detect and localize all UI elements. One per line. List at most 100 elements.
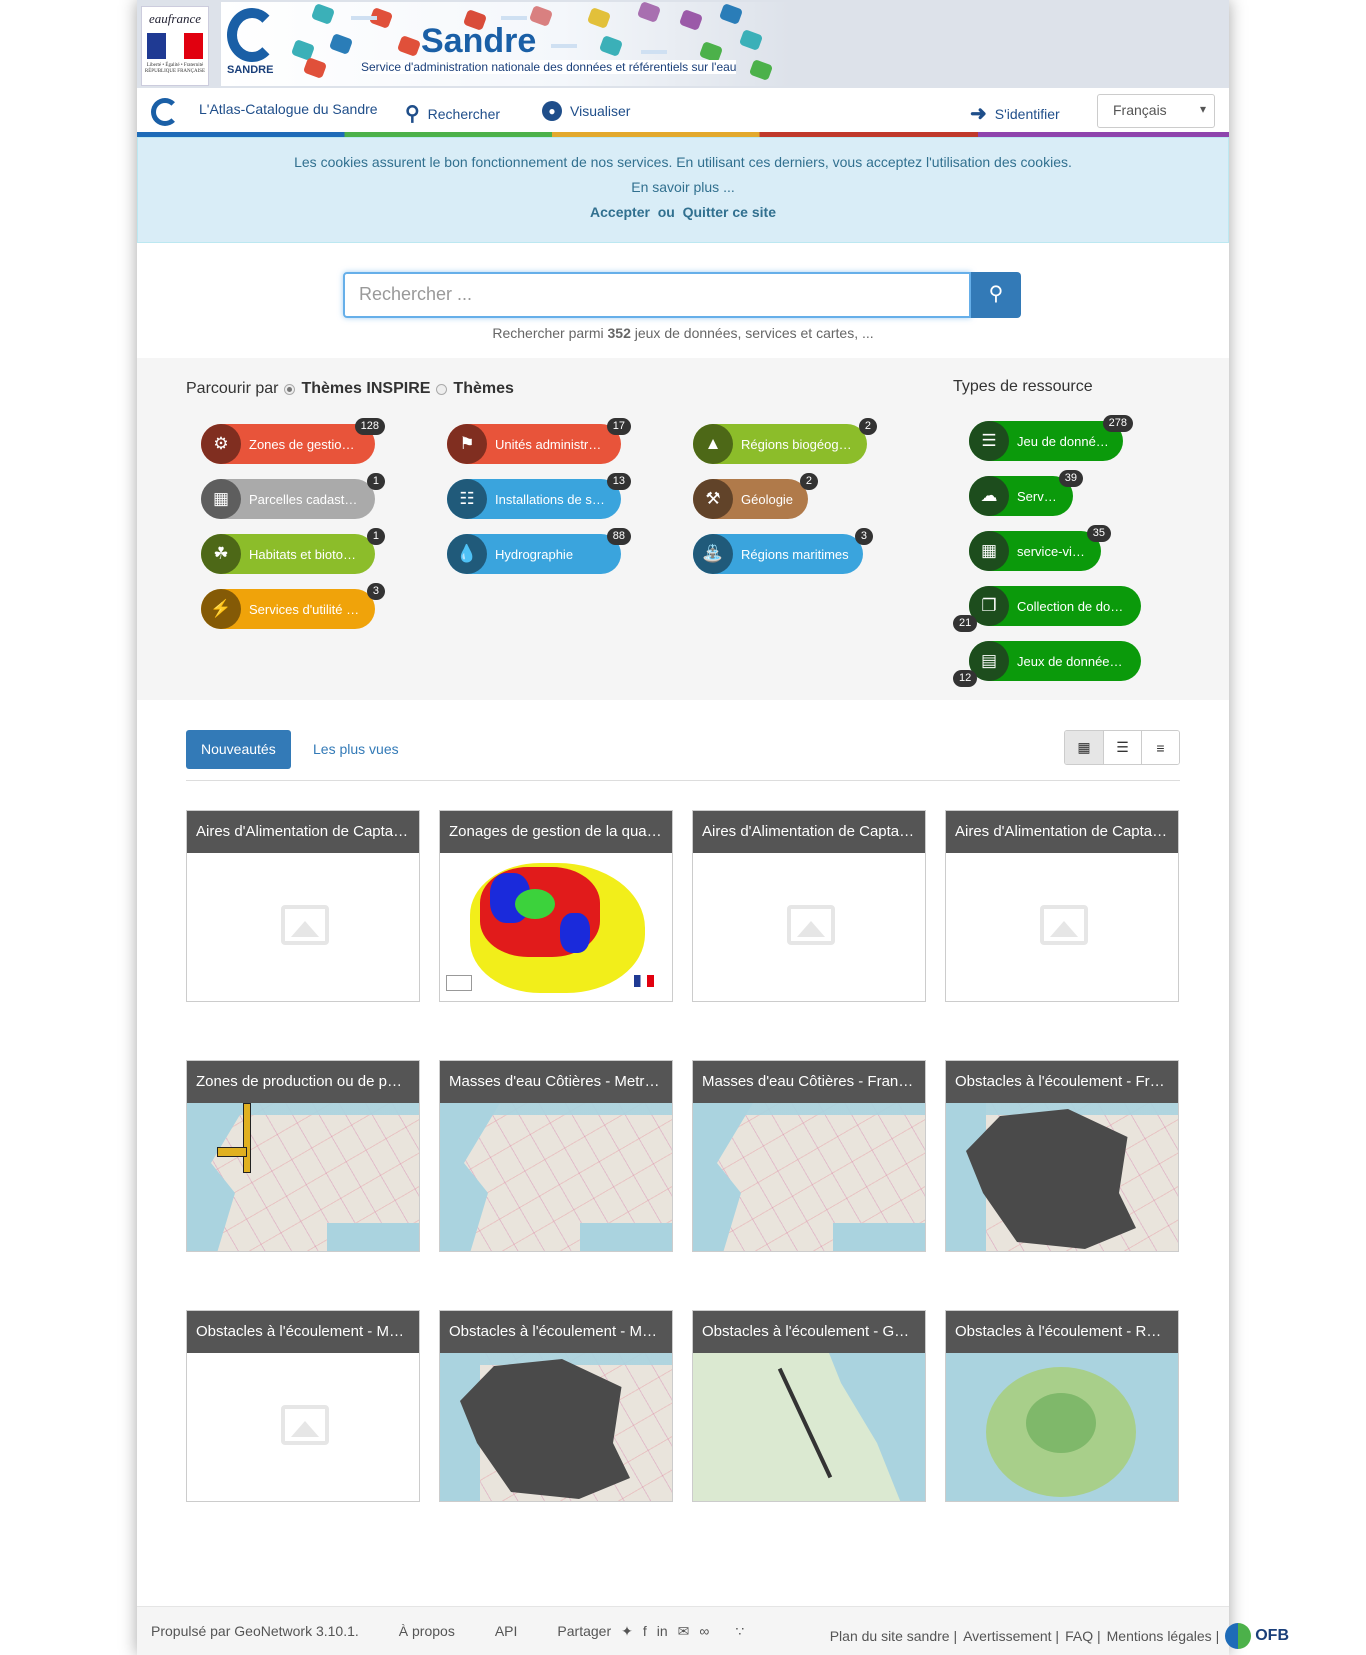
eaufrance-logo[interactable]: eaufrance Liberté • Égalité • Fraternité… (141, 6, 209, 86)
ofb-logo[interactable]: OFB (1225, 1623, 1289, 1649)
radio-themes[interactable] (436, 383, 448, 395)
topic-tag[interactable]: ⚙ Zones de gestion, de restriction ou de… (201, 418, 385, 464)
footer-powered[interactable]: Propulsé par GeoNetwork 3.10.1. (151, 1623, 359, 1640)
search-bar: Rechercher ... ⚲ (343, 272, 1021, 318)
sandre-label: SANDRE (227, 64, 274, 76)
linkedin-icon[interactable]: in (657, 1623, 668, 1640)
topic-tag[interactable]: ⚒ Géologie 2 (693, 473, 818, 519)
card-title: Zonages de gestion de la qualité de l'ea… (440, 811, 672, 853)
result-card[interactable]: Zones de production ou de parcage conchy… (186, 1060, 420, 1252)
result-card[interactable]: Obstacles à l'écoulement - Guyane (692, 1310, 926, 1502)
image-placeholder-icon (281, 1405, 329, 1445)
resource-type-tag[interactable]: ❐ Collection de données 21 (953, 586, 1141, 632)
rss-icon[interactable]: ∵ (735, 1623, 744, 1640)
count-suffix: jeux de données, services et cartes, ... (634, 325, 874, 341)
results-tabs: Nouveautés Les plus vues ▦ ☰ ≡ (186, 730, 1180, 781)
footer-about[interactable]: À propos (399, 1623, 455, 1640)
result-card[interactable]: Masses d'eau Côtières - Metropole (439, 1060, 673, 1252)
topic-tag[interactable]: ☘ Habitats et biotopes 1 (201, 528, 385, 574)
card-title: Masses d'eau Côtières - France entière (693, 1061, 925, 1103)
topic-count: 2 (799, 473, 818, 490)
topic-tag[interactable]: ▲ Régions biogéographiques 2 (693, 418, 877, 464)
footer-api[interactable]: API (495, 1623, 518, 1640)
type-count: 278 (1102, 415, 1133, 432)
topic-count: 3 (366, 583, 385, 600)
card-thumbnail (440, 853, 672, 1001)
card-thumbnail (946, 1353, 1178, 1501)
topic-tag[interactable]: ☷ Installations de suivi environnemental… (447, 473, 631, 519)
tab-popular[interactable]: Les plus vues (298, 730, 414, 769)
resource-type-tag[interactable]: ▤ Jeux de données non géographiques12 (953, 641, 1141, 687)
footer-legal[interactable]: Mentions légales | (1107, 1628, 1220, 1644)
footer-share-label: Partager (557, 1623, 612, 1639)
topic-count: 1 (366, 528, 385, 545)
facebook-icon[interactable]: f (643, 1623, 647, 1640)
footer-warning[interactable]: Avertissement | (963, 1628, 1059, 1644)
map-thumbnail (187, 1103, 419, 1251)
option-inspire-themes[interactable]: Thèmes INSPIRE (301, 380, 430, 398)
result-card[interactable]: Masses d'eau Côtières - France entière (692, 1060, 926, 1252)
card-thumbnail (693, 853, 925, 1001)
resource-types-title: Types de ressource (953, 378, 1093, 395)
topic-tag[interactable]: ⚡ Services d'utilité publique et service… (201, 583, 385, 629)
cookie-accept-link[interactable]: Accepter (590, 204, 650, 220)
result-card[interactable]: Aires d'Alimentation de Captages - Métro… (186, 810, 420, 1002)
nav-signin[interactable]: ➜ S'identifier (970, 101, 1060, 126)
radio-inspire[interactable] (284, 383, 296, 395)
footer-sitemap[interactable]: Plan du site sandre | (830, 1628, 957, 1644)
resource-type-tag[interactable]: ☁ Service 39 (969, 470, 1083, 516)
footer: Propulsé par GeoNetwork 3.10.1. À propos… (137, 1606, 1289, 1655)
topic-count: 88 (606, 528, 631, 545)
type-count: 35 (1086, 525, 1111, 542)
list-view-icon[interactable]: ☰ (1103, 731, 1141, 764)
nav-visualize[interactable]: ● Visualiser (542, 101, 630, 121)
topic-tag[interactable]: 💧 Hydrographie 88 (447, 528, 631, 574)
result-card[interactable]: Obstacles à l'écoulement - Métropole (439, 1310, 673, 1502)
topic-tag[interactable]: ▦ Parcelles cadastrales 1 (201, 473, 385, 519)
database-icon: ☰ (969, 421, 1009, 461)
email-icon[interactable]: ✉ (678, 1623, 690, 1640)
result-card[interactable]: Obstacles à l'écoulement - France entièr… (945, 1060, 1179, 1252)
bioregions-icon: ▲ (693, 424, 733, 464)
resource-type-tag[interactable]: ▦ service-view 35 (969, 525, 1111, 571)
table-icon: ▦ (969, 531, 1009, 571)
cookie-quit-link[interactable]: Quitter ce site (683, 204, 776, 220)
eaufrance-text: eaufrance (149, 11, 201, 26)
nav-search[interactable]: ⚲ Rechercher (405, 101, 500, 126)
footer-share: Partager ✦ f in ✉ ∞ ∵ (557, 1623, 744, 1640)
cookie-more-link[interactable]: En savoir plus ... (138, 175, 1228, 200)
zonage-map-thumbnail (440, 853, 672, 1001)
monitoring-icon: ☷ (447, 479, 487, 519)
nav-home[interactable]: L'Atlas-Catalogue du Sandre (151, 98, 378, 126)
sandre-home-icon (151, 98, 179, 126)
water-drop-icon: 💧 (447, 534, 487, 574)
link-icon[interactable]: ∞ (699, 1623, 709, 1640)
topic-label: Zones de gestion, de restriction ou de r… (249, 436, 375, 452)
footer-faq[interactable]: FAQ | (1065, 1628, 1101, 1644)
result-card[interactable]: Aires d'Alimentation de Captages - Franc… (692, 810, 926, 1002)
result-card[interactable]: Obstacles à l'écoulement - Réunion (945, 1310, 1179, 1502)
card-thumbnail (440, 1103, 672, 1251)
tab-new[interactable]: Nouveautés (186, 730, 291, 769)
card-thumbnail (187, 1353, 419, 1501)
compact-list-icon[interactable]: ≡ (1141, 731, 1179, 764)
admin-units-icon: ⚑ (447, 424, 487, 464)
type-label: Collection de données (1017, 598, 1141, 614)
search-button[interactable]: ⚲ (971, 272, 1021, 318)
result-card[interactable]: Zonages de gestion de la qualité de l'ea… (439, 810, 673, 1002)
topic-tag[interactable]: ⛲ Régions maritimes 3 (693, 528, 873, 574)
search-input[interactable]: Rechercher ... (343, 272, 971, 318)
sandre-logo[interactable]: SANDRE Sandre Service d'administration n… (221, 1, 791, 86)
option-themes[interactable]: Thèmes (453, 380, 513, 398)
twitter-icon[interactable]: ✦ (621, 1623, 633, 1640)
utility-icon: ⚡ (201, 589, 241, 629)
result-card[interactable]: Aires d'Alimentation de Captages - Outre… (945, 810, 1179, 1002)
grid-view-icon[interactable]: ▦ (1065, 731, 1103, 764)
result-card[interactable]: Obstacles à l'écoulement - Martinique (186, 1310, 420, 1502)
topic-tag[interactable]: ⚑ Unités administratives 17 (447, 418, 631, 464)
resource-type-tag[interactable]: ☰ Jeu de données 278 (969, 415, 1133, 461)
count-prefix: Rechercher parmi (492, 325, 604, 341)
language-select[interactable]: Français (1097, 94, 1215, 128)
globe-icon: ● (542, 101, 562, 121)
search-icon: ⚲ (988, 283, 1004, 305)
